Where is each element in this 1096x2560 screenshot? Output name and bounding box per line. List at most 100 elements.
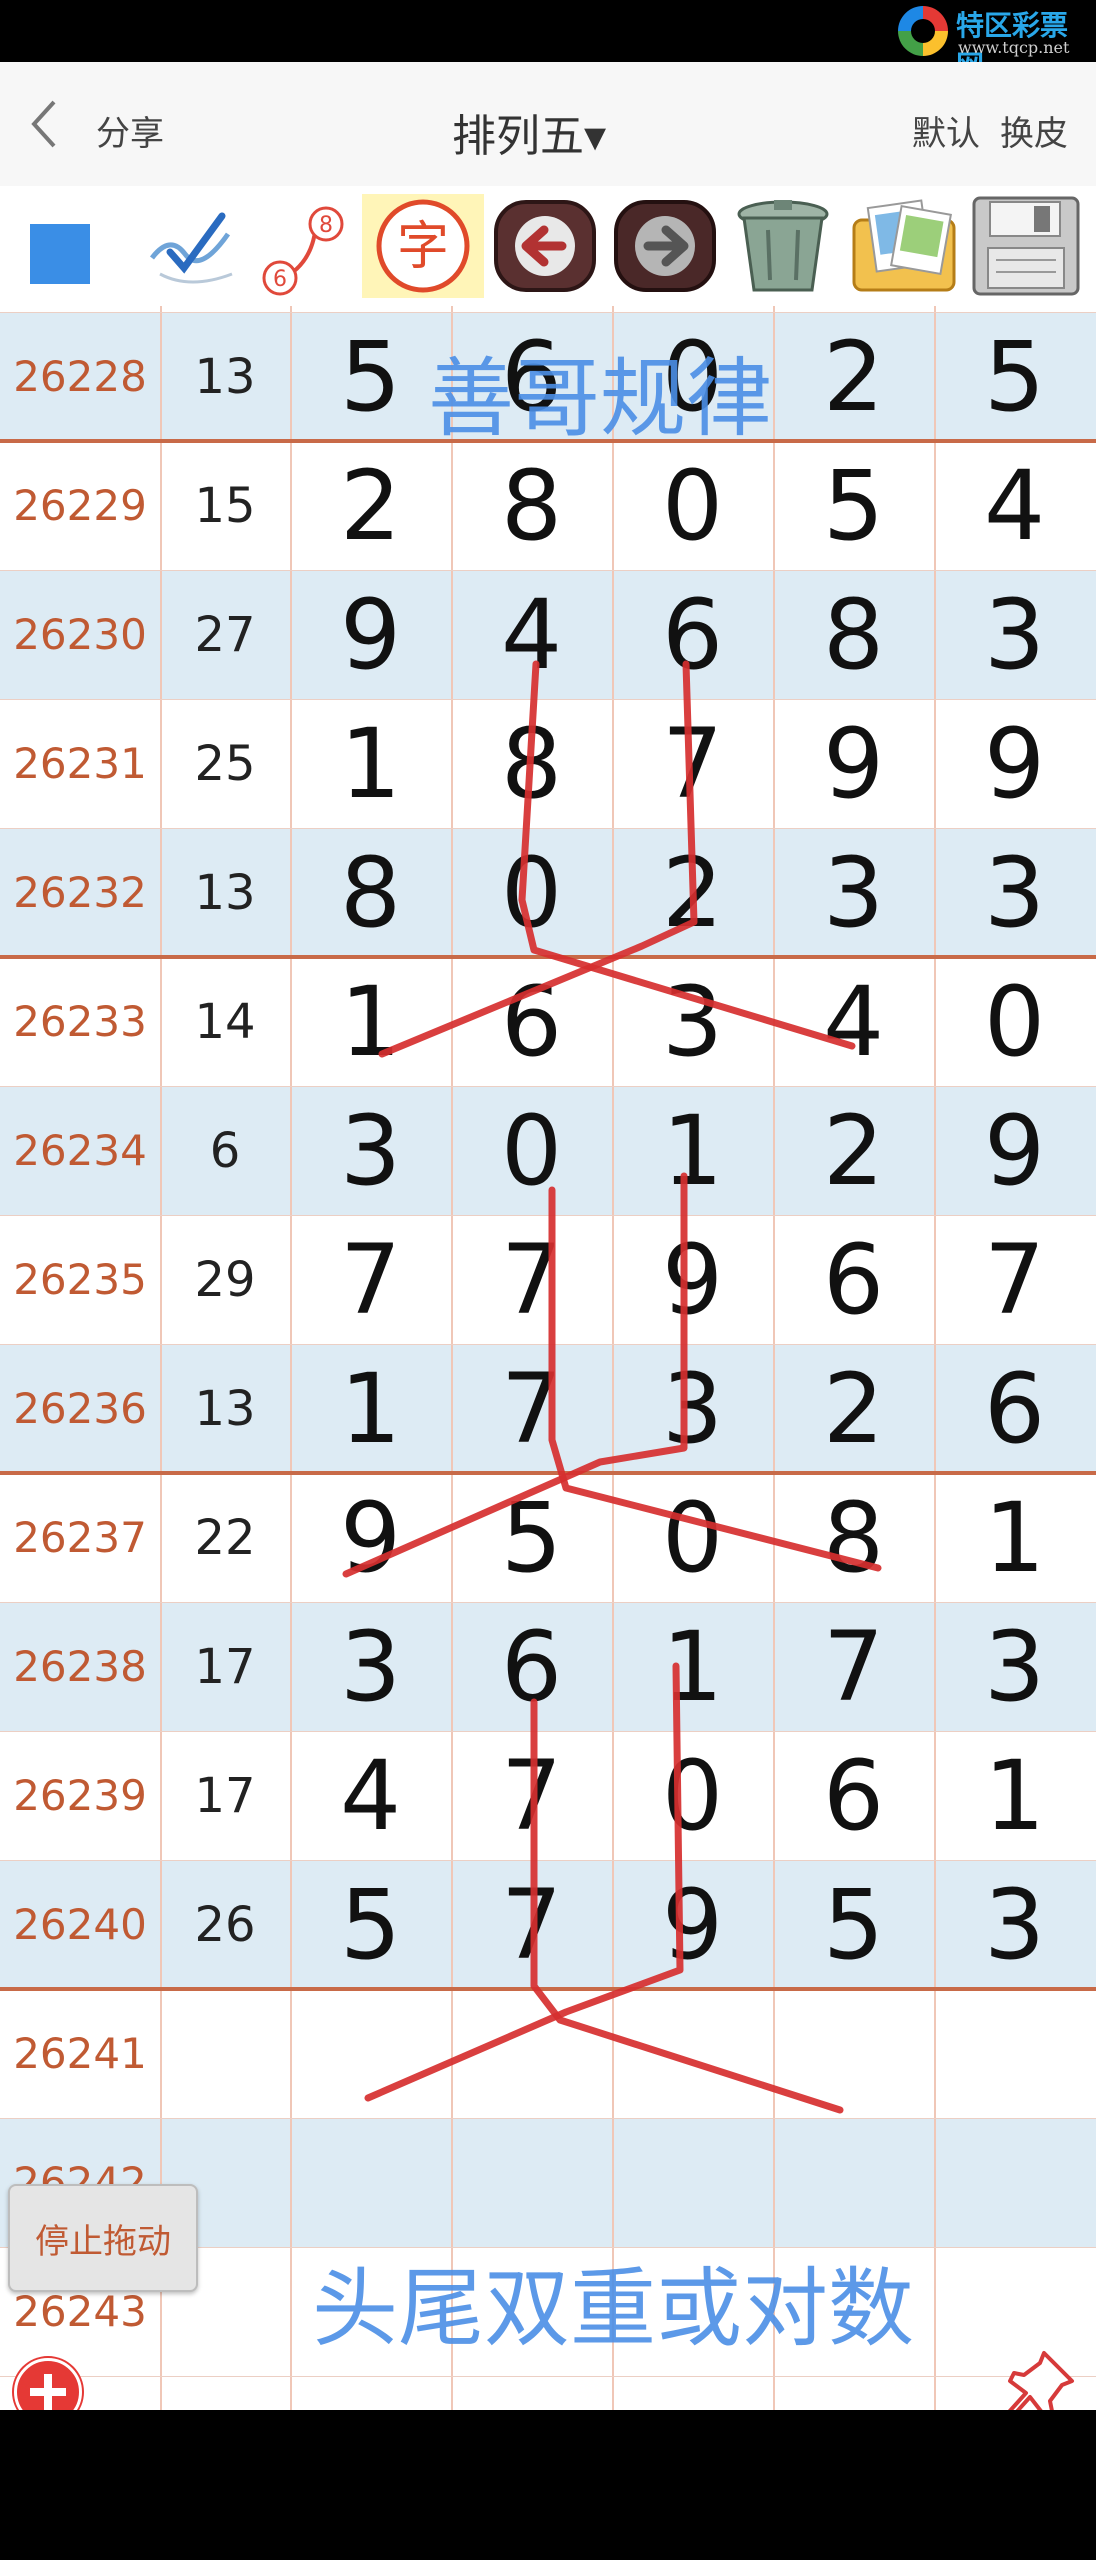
digit-cell[interactable]: 9 xyxy=(934,699,1095,828)
digit-cell[interactable]: 2 xyxy=(612,828,773,957)
pen-button[interactable] xyxy=(140,194,240,298)
undo-button[interactable] xyxy=(492,194,598,298)
digit-cell[interactable]: 6 xyxy=(612,570,773,699)
digit-cell[interactable]: 4 xyxy=(290,1731,451,1860)
digit-cell[interactable]: 6 xyxy=(773,1731,934,1860)
photos-button[interactable] xyxy=(846,194,962,298)
digit-cell[interactable]: 9 xyxy=(290,1473,451,1602)
digit-cell[interactable]: 6 xyxy=(451,1602,612,1731)
digit-cell[interactable]: 2 xyxy=(773,1086,934,1215)
digit-cell[interactable]: 7 xyxy=(451,1860,612,1989)
digit-cell[interactable]: 1 xyxy=(934,1731,1095,1860)
digit-cell[interactable] xyxy=(290,2118,451,2247)
digit-cell[interactable]: 9 xyxy=(934,1086,1095,1215)
digit-cell[interactable]: 0 xyxy=(934,957,1095,1086)
number-link-button[interactable]: 8 6 xyxy=(250,194,350,298)
table-row[interactable]: 26238 17 3 6 1 7 3 xyxy=(0,1602,1096,1731)
digit-cell[interactable]: 5 xyxy=(451,1473,612,1602)
digit-cell[interactable]: 3 xyxy=(934,1602,1095,1731)
digit-cell[interactable]: 9 xyxy=(773,699,934,828)
digit-cell[interactable]: 4 xyxy=(451,570,612,699)
digit-cell[interactable]: 6 xyxy=(451,957,612,1086)
digit-cell[interactable] xyxy=(612,2118,773,2247)
digit-cell[interactable]: 6 xyxy=(934,1344,1095,1473)
digit-cell[interactable]: 3 xyxy=(290,1086,451,1215)
redo-button[interactable] xyxy=(612,194,718,298)
digit-cell[interactable]: 5 xyxy=(290,312,451,441)
digit-cell[interactable] xyxy=(451,2118,612,2247)
digit-cell[interactable]: 2 xyxy=(290,441,451,570)
digit-cell[interactable] xyxy=(773,2118,934,2247)
digit-cell[interactable]: 7 xyxy=(773,1602,934,1731)
digit-cell[interactable]: 0 xyxy=(451,1086,612,1215)
digit-cell[interactable] xyxy=(451,1989,612,2118)
lottery-grid[interactable]: 26228 13 5 6 0 2 5 26229 15 2 8 0 5 4 26230 27 9 4 6 8 3 2623… xyxy=(0,306,1096,2410)
default-button[interactable]: 默认 xyxy=(912,106,980,155)
digit-cell[interactable] xyxy=(290,1989,451,2118)
digit-cell[interactable] xyxy=(934,2118,1095,2247)
table-row[interactable]: 26229 15 2 8 0 5 4 xyxy=(0,441,1096,570)
digit-cell[interactable]: 0 xyxy=(612,1731,773,1860)
digit-cell[interactable]: 7 xyxy=(612,699,773,828)
digit-cell[interactable]: 7 xyxy=(290,1215,451,1344)
digit-cell[interactable]: 8 xyxy=(773,570,934,699)
save-button[interactable] xyxy=(968,194,1086,298)
table-row[interactable]: 26231 25 1 8 7 9 9 xyxy=(0,699,1096,828)
table-row[interactable]: 26236 13 1 7 3 2 6 xyxy=(0,1344,1096,1473)
digit-cell[interactable]: 8 xyxy=(290,828,451,957)
skin-button[interactable]: 换皮 xyxy=(1000,106,1068,155)
table-row[interactable]: 26230 27 9 4 6 8 3 xyxy=(0,570,1096,699)
digit-cell[interactable]: 8 xyxy=(773,1473,934,1602)
digit-cell[interactable]: 7 xyxy=(451,1731,612,1860)
digit-cell[interactable]: 9 xyxy=(290,570,451,699)
table-row[interactable]: 26240 26 5 7 9 5 3 xyxy=(0,1860,1096,1989)
digit-cell[interactable]: 3 xyxy=(934,828,1095,957)
digit-cell[interactable]: 5 xyxy=(773,441,934,570)
digit-cell[interactable]: 8 xyxy=(451,699,612,828)
share-button[interactable]: 分享 xyxy=(96,106,164,155)
trash-button[interactable] xyxy=(724,194,842,298)
digit-cell[interactable]: 4 xyxy=(934,441,1095,570)
digit-cell[interactable]: 7 xyxy=(451,1344,612,1473)
digit-cell[interactable]: 8 xyxy=(451,441,612,570)
table-row[interactable]: 26239 17 4 7 0 6 1 xyxy=(0,1731,1096,1860)
digit-cell[interactable]: 5 xyxy=(290,1860,451,1989)
digit-cell[interactable]: 1 xyxy=(612,1086,773,1215)
digit-cell[interactable]: 0 xyxy=(612,1473,773,1602)
page-title[interactable]: 排列五▾ xyxy=(452,100,606,164)
table-row[interactable]: 26233 14 1 6 3 4 0 xyxy=(0,957,1096,1086)
digit-cell[interactable]: 2 xyxy=(773,1344,934,1473)
digit-cell[interactable]: 4 xyxy=(773,957,934,1086)
digit-cell[interactable] xyxy=(612,1989,773,2118)
digit-cell[interactable]: 9 xyxy=(612,1215,773,1344)
digit-cell[interactable]: 6 xyxy=(773,1215,934,1344)
digit-cell[interactable]: 0 xyxy=(451,828,612,957)
char-button[interactable]: 字 xyxy=(362,194,484,298)
digit-cell[interactable]: 1 xyxy=(612,1602,773,1731)
digit-cell[interactable]: 1 xyxy=(290,699,451,828)
digit-cell[interactable]: 1 xyxy=(290,957,451,1086)
digit-cell[interactable]: 1 xyxy=(290,1344,451,1473)
digit-cell[interactable]: 3 xyxy=(934,570,1095,699)
digit-cell[interactable] xyxy=(773,1989,934,2118)
digit-cell[interactable] xyxy=(934,1989,1095,2118)
color-square-button[interactable] xyxy=(18,194,108,298)
stop-drag-button[interactable]: 停止拖动 xyxy=(8,2184,198,2292)
digit-cell[interactable]: 3 xyxy=(612,1344,773,1473)
digit-cell[interactable]: 2 xyxy=(773,312,934,441)
table-row[interactable]: 26234 6 3 0 1 2 9 xyxy=(0,1086,1096,1215)
digit-cell[interactable]: 5 xyxy=(773,1860,934,1989)
digit-cell[interactable]: 3 xyxy=(934,1860,1095,1989)
digit-cell[interactable]: 3 xyxy=(612,957,773,1086)
digit-cell[interactable]: 5 xyxy=(934,312,1095,441)
digit-cell[interactable]: 3 xyxy=(773,828,934,957)
table-row[interactable]: 26237 22 9 5 0 8 1 xyxy=(0,1473,1096,1602)
digit-cell[interactable]: 3 xyxy=(290,1602,451,1731)
table-row[interactable]: 26235 29 7 7 9 6 7 xyxy=(0,1215,1096,1344)
digit-cell[interactable]: 7 xyxy=(934,1215,1095,1344)
digit-cell[interactable]: 9 xyxy=(612,1860,773,1989)
table-row[interactable]: 26241 xyxy=(0,1989,1096,2118)
digit-cell[interactable]: 0 xyxy=(612,441,773,570)
table-row[interactable]: 26232 13 8 0 2 3 3 xyxy=(0,828,1096,957)
back-button[interactable] xyxy=(28,98,58,157)
